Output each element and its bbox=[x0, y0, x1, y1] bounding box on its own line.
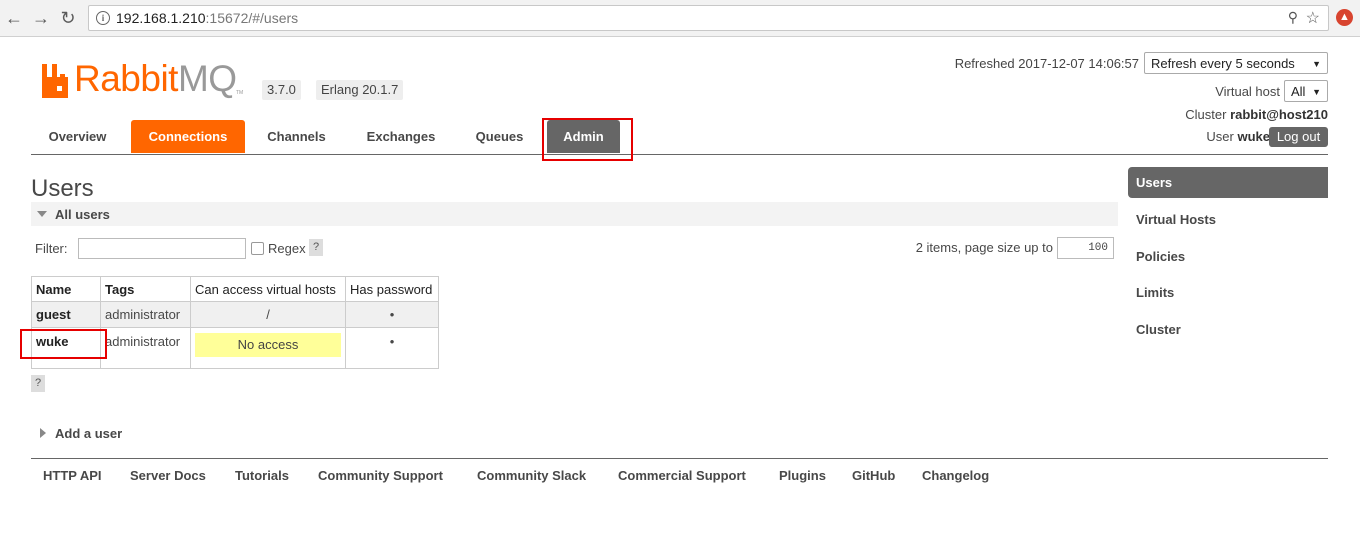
erlang-badge: Erlang 20.1.7 bbox=[316, 80, 404, 100]
key-icon[interactable]: ⚲ bbox=[1288, 9, 1298, 26]
footer-link-github[interactable]: GitHub bbox=[852, 468, 895, 483]
user-tags: administrator bbox=[100, 327, 191, 369]
filter-label: Filter: bbox=[35, 241, 68, 256]
dropdown-arrow-icon: ▼ bbox=[1312, 87, 1321, 97]
user-vhosts: / bbox=[190, 301, 346, 328]
table-row[interactable]: guest administrator / • bbox=[31, 301, 439, 328]
sidebar-item-policies[interactable]: Policies bbox=[1128, 241, 1328, 272]
filter-input[interactable] bbox=[78, 238, 246, 259]
forward-arrow-icon[interactable]: → bbox=[31, 8, 51, 28]
tab-queues[interactable]: Queues bbox=[462, 120, 537, 153]
sidebar-item-virtual-hosts[interactable]: Virtual Hosts bbox=[1128, 204, 1328, 235]
sidebar-item-limits[interactable]: Limits bbox=[1128, 277, 1328, 308]
page-title: Users bbox=[31, 175, 94, 202]
tab-channels[interactable]: Channels bbox=[253, 120, 340, 153]
collapse-triangle-icon bbox=[37, 211, 47, 217]
has-password-indicator: • bbox=[345, 301, 439, 328]
regex-help-icon[interactable]: ? bbox=[309, 239, 323, 256]
user-name-link[interactable]: guest bbox=[31, 301, 101, 328]
logo-wordmark: RabbitMQ bbox=[74, 58, 237, 99]
no-access-badge: No access bbox=[195, 333, 341, 357]
address-bar[interactable]: i 192.168.1.210:15672/#/users ⚲ ☆ bbox=[88, 5, 1329, 31]
footer-link-tutorials[interactable]: Tutorials bbox=[235, 468, 289, 483]
browser-toolbar: ← → ↻ i 192.168.1.210:15672/#/users ⚲ ☆ … bbox=[0, 0, 1360, 37]
refresh-interval-select[interactable]: Refresh every 5 seconds ▼ bbox=[1144, 52, 1328, 74]
users-table: Name Tags Can access virtual hosts Has p… bbox=[31, 276, 439, 369]
footer-link-changelog[interactable]: Changelog bbox=[922, 468, 989, 483]
page-size-input[interactable]: 100 bbox=[1057, 237, 1114, 259]
footer-link-http-api[interactable]: HTTP API bbox=[43, 468, 102, 483]
dropdown-arrow-icon: ▼ bbox=[1312, 59, 1321, 69]
table-row[interactable]: wuke administrator No access • bbox=[31, 327, 439, 369]
virtual-host-select[interactable]: All ▼ bbox=[1284, 80, 1328, 102]
footer-link-community-support[interactable]: Community Support bbox=[318, 468, 443, 483]
star-icon[interactable]: ☆ bbox=[1306, 8, 1320, 28]
tab-exchanges[interactable]: Exchanges bbox=[352, 120, 450, 153]
table-help-icon[interactable]: ? bbox=[31, 375, 45, 392]
back-arrow-icon[interactable]: ← bbox=[4, 8, 24, 28]
user-vhosts-cell: No access bbox=[190, 327, 346, 369]
regex-checkbox[interactable] bbox=[251, 242, 264, 255]
main-nav-tabs: Overview Connections Channels Exchanges … bbox=[31, 120, 1328, 155]
footer: HTTP API Server Docs Tutorials Community… bbox=[31, 458, 1328, 483]
column-header-password: Has password bbox=[345, 276, 439, 302]
tab-admin[interactable]: Admin bbox=[547, 120, 620, 153]
virtual-host-label: Virtual host bbox=[1215, 84, 1280, 99]
footer-link-plugins[interactable]: Plugins bbox=[779, 468, 826, 483]
items-count-text: 2 items, page size up to bbox=[915, 240, 1053, 255]
reload-icon[interactable]: ↻ bbox=[58, 8, 78, 28]
version-badge: 3.7.0 bbox=[262, 80, 301, 100]
url-text[interactable]: 192.168.1.210:15672/#/users bbox=[116, 10, 298, 26]
extension-icon[interactable]: ▲ bbox=[1336, 9, 1353, 26]
add-user-label: Add a user bbox=[55, 426, 123, 441]
sidebar-item-users[interactable]: Users bbox=[1128, 167, 1328, 198]
footer-link-server-docs[interactable]: Server Docs bbox=[130, 468, 206, 483]
user-tags: administrator bbox=[100, 301, 191, 328]
all-users-section-header[interactable]: All users bbox=[31, 202, 1118, 226]
info-icon[interactable]: i bbox=[96, 11, 110, 25]
footer-link-community-slack[interactable]: Community Slack bbox=[477, 468, 586, 483]
sidebar-item-cluster[interactable]: Cluster bbox=[1128, 314, 1328, 345]
refreshed-timestamp: Refreshed 2017-12-07 14:06:57 bbox=[954, 56, 1139, 71]
rabbit-logo-icon bbox=[42, 64, 68, 98]
vhost-select-value: All bbox=[1291, 84, 1306, 99]
refresh-select-value: Refresh every 5 seconds bbox=[1151, 56, 1295, 71]
trademark: TM bbox=[236, 90, 244, 96]
column-header-vhosts: Can access virtual hosts bbox=[190, 276, 346, 302]
tab-connections[interactable]: Connections bbox=[131, 120, 245, 153]
footer-link-commercial-support[interactable]: Commercial Support bbox=[618, 468, 746, 483]
section-title: All users bbox=[55, 207, 110, 222]
column-header-tags: Tags bbox=[100, 276, 191, 302]
tab-overview[interactable]: Overview bbox=[31, 120, 124, 153]
user-name-link[interactable]: wuke bbox=[31, 327, 101, 369]
expand-triangle-icon bbox=[40, 428, 46, 438]
has-password-indicator: • bbox=[345, 327, 439, 369]
regex-label: Regex bbox=[268, 241, 306, 256]
column-header-name: Name bbox=[31, 276, 101, 302]
